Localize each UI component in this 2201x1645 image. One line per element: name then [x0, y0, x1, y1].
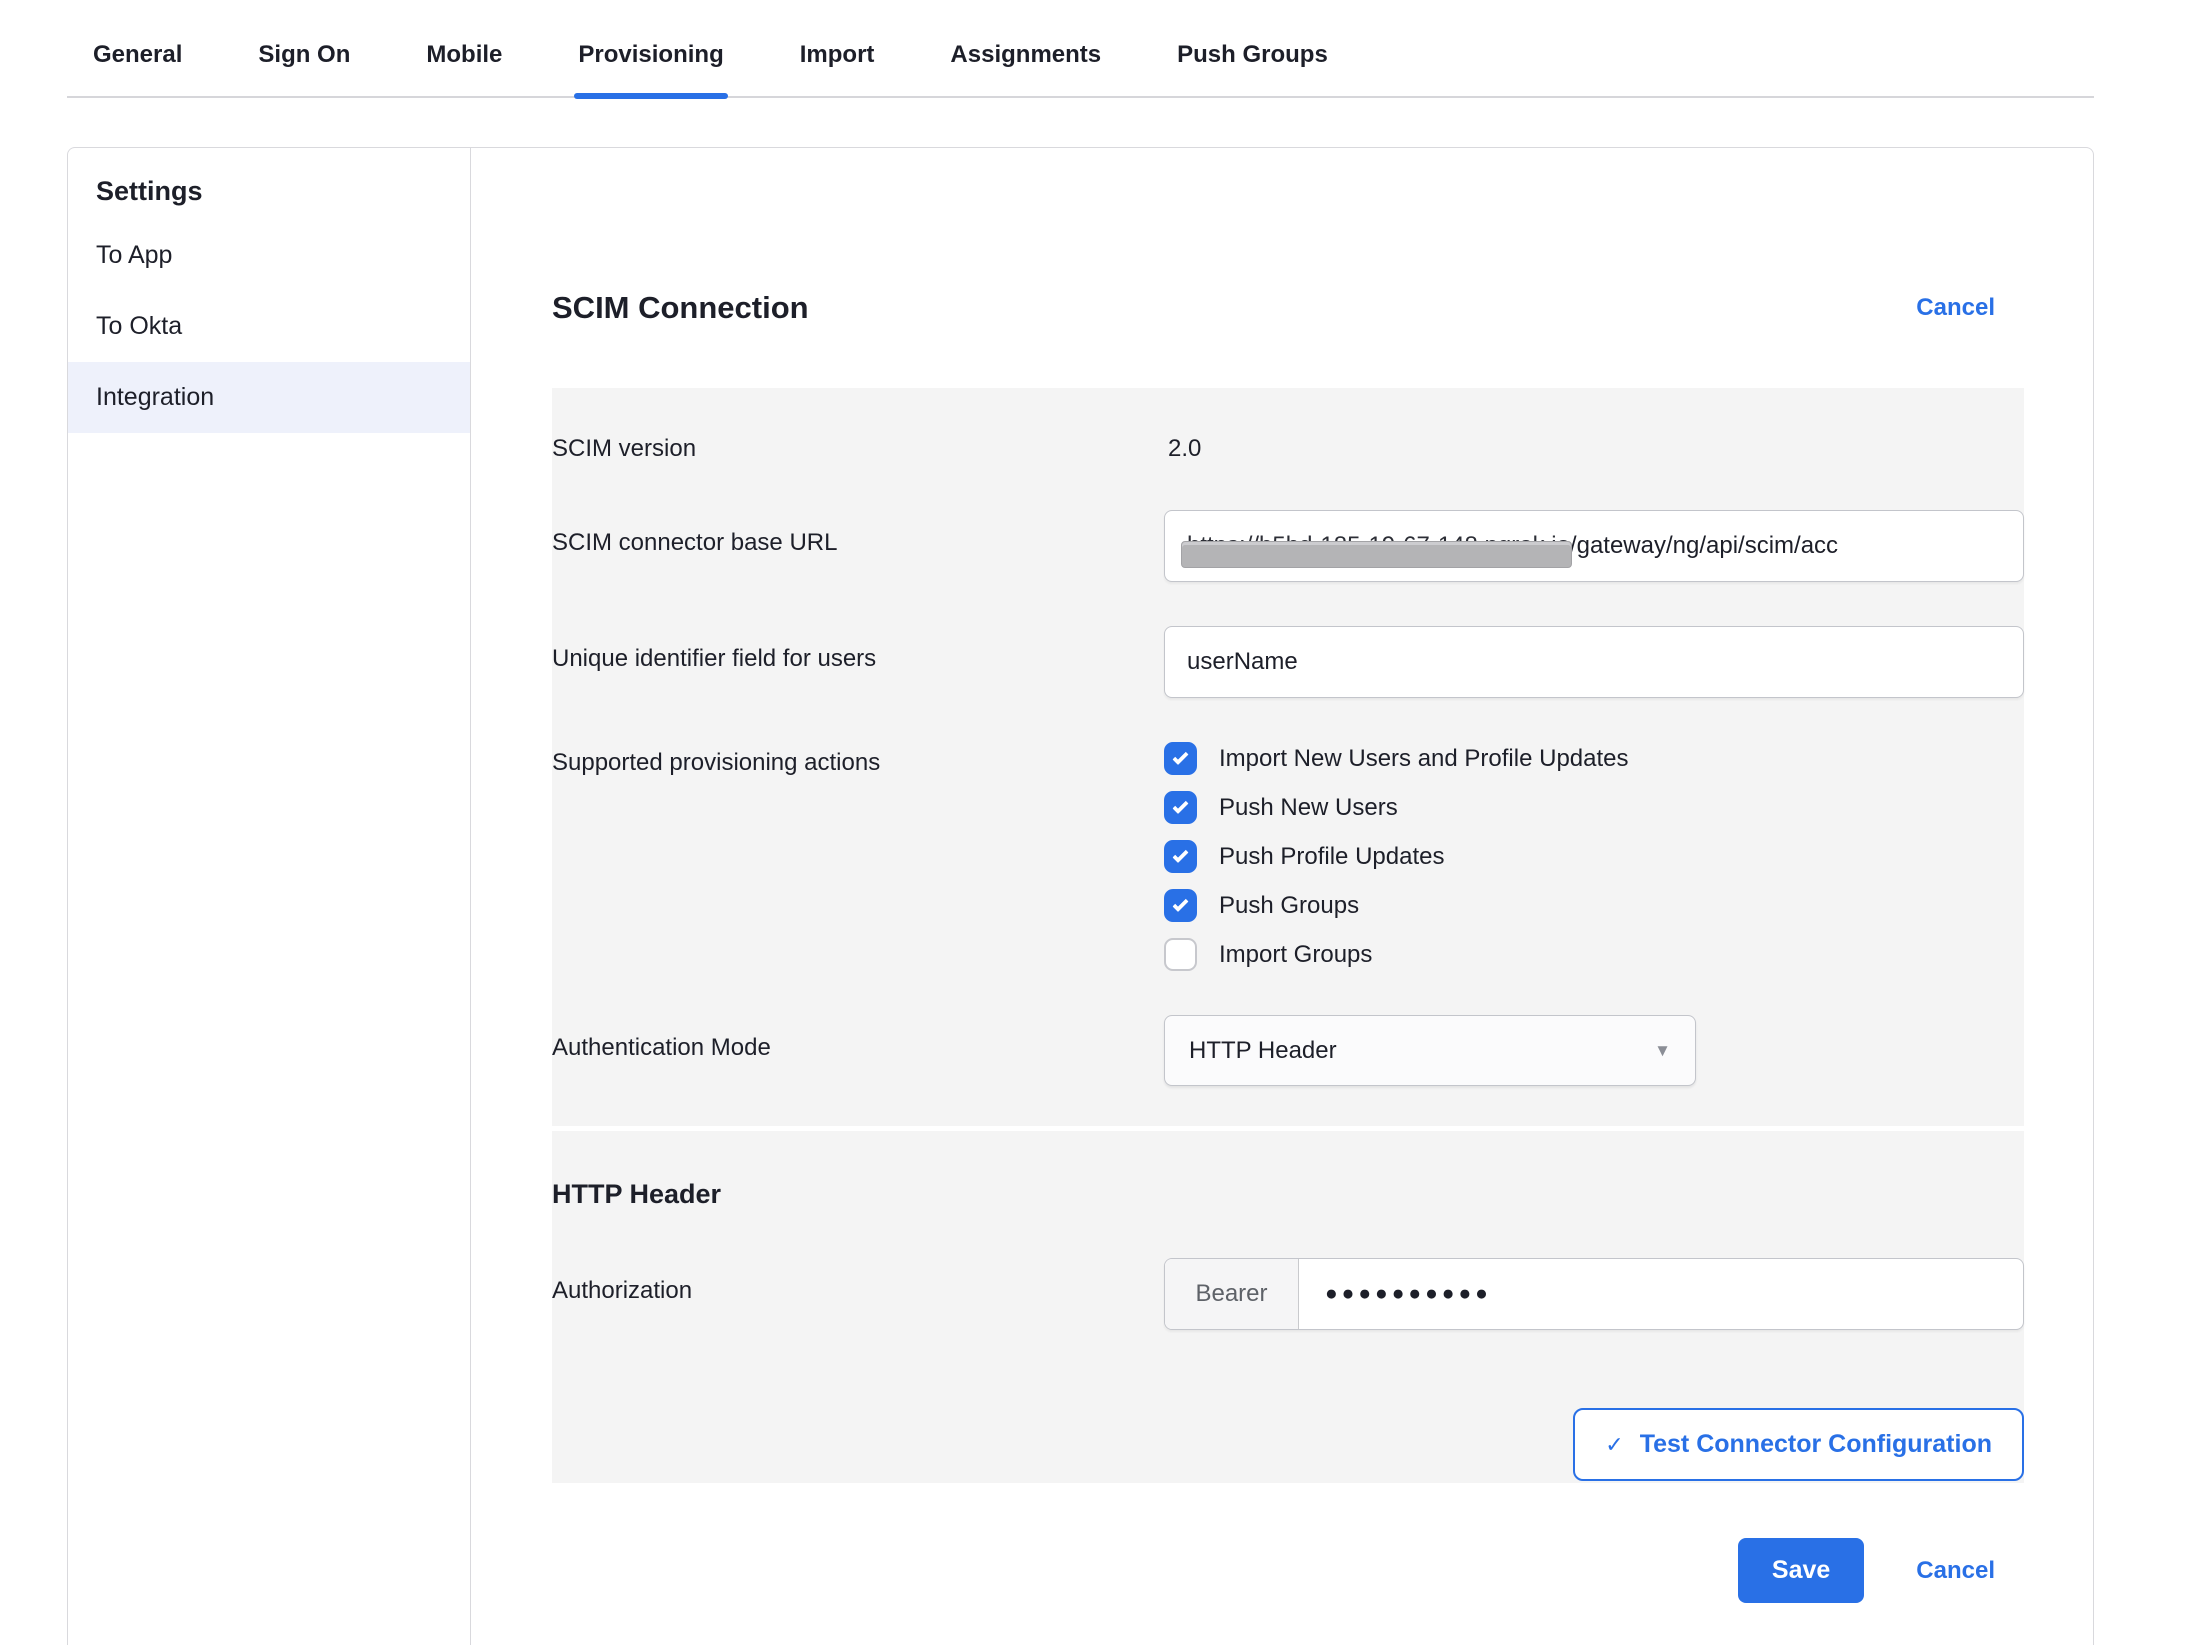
app-tab-bar: General Sign On Mobile Provisioning Impo… [67, 26, 2094, 98]
settings-sidebar: Settings To App To Okta Integration [68, 148, 471, 1645]
check-icon [1172, 797, 1188, 813]
http-header-heading: HTTP Header [552, 1171, 2024, 1236]
checkbox-row-push-new-users[interactable]: Push New Users [1164, 791, 2024, 824]
provisioning-actions-list: Import New Users and Profile Updates Pus… [1164, 742, 2024, 971]
chevron-down-icon: ▼ [1654, 1041, 1671, 1061]
redacted-url-segment: https://b5bd-185-19-67-148.ngrok.io [1187, 532, 1570, 560]
checkbox-row-import-groups[interactable]: Import Groups [1164, 938, 2024, 971]
authorization-token-input[interactable]: ●●●●●●●●●● [1299, 1259, 2023, 1329]
tab-sign-on[interactable]: Sign On [256, 26, 352, 96]
scim-connection-header: SCIM Connection Cancel [552, 290, 1995, 326]
unique-identifier-row: Unique identifier field for users userNa… [552, 604, 2024, 720]
bearer-prefix: Bearer [1165, 1259, 1299, 1329]
authorization-label: Authorization [552, 1258, 1164, 1308]
connection-settings-section: SCIM version 2.0 SCIM connector base URL… [552, 388, 2024, 1126]
checkbox-label: Push Groups [1219, 892, 1359, 920]
main-content: SCIM Connection Cancel SCIM version 2.0 … [472, 148, 2093, 1645]
checkbox-import-groups[interactable] [1164, 938, 1197, 971]
sidebar-heading: Settings [68, 148, 470, 220]
checkbox-push-profile-updates[interactable] [1164, 840, 1197, 873]
unique-identifier-label: Unique identifier field for users [552, 626, 1164, 676]
sidebar-item-integration[interactable]: Integration [68, 362, 470, 433]
scim-form: SCIM version 2.0 SCIM connector base URL… [552, 388, 2024, 1483]
auth-mode-row: Authentication Mode HTTP Header ▼ [552, 993, 2024, 1086]
sidebar-item-to-okta[interactable]: To Okta [68, 291, 470, 362]
header-cancel-link[interactable]: Cancel [1916, 294, 1995, 322]
sidebar-item-to-app[interactable]: To App [68, 220, 470, 291]
base-url-row: SCIM connector base URL https://b5bd-185… [552, 488, 2024, 604]
base-url-value: https://b5bd-185-19-67-148.ngrok.io/gate… [1187, 532, 1838, 560]
tab-general[interactable]: General [91, 26, 184, 96]
authorization-row: Authorization Bearer ●●●●●●●●●● [552, 1236, 2024, 1352]
test-connector-configuration-button[interactable]: ✓ Test Connector Configuration [1573, 1408, 2024, 1481]
checkbox-import-new-users[interactable] [1164, 742, 1197, 775]
tab-assignments[interactable]: Assignments [948, 26, 1103, 96]
checkbox-label: Import New Users and Profile Updates [1219, 745, 1629, 773]
checkbox-row-push-groups[interactable]: Push Groups [1164, 889, 2024, 922]
base-url-input[interactable]: https://b5bd-185-19-67-148.ngrok.io/gate… [1164, 510, 2024, 582]
visible-url-segment: /gateway/ng/api/scim/acc [1570, 532, 1838, 560]
unique-identifier-value: userName [1187, 648, 1298, 676]
tab-provisioning[interactable]: Provisioning [576, 26, 725, 96]
footer-actions: Save Cancel [472, 1538, 1995, 1603]
checkbox-row-import-new-users[interactable]: Import New Users and Profile Updates [1164, 742, 2024, 775]
check-icon [1172, 748, 1188, 764]
auth-mode-label: Authentication Mode [552, 1015, 1164, 1065]
tab-mobile[interactable]: Mobile [424, 26, 504, 96]
http-header-section: HTTP Header Authorization Bearer ●●●●●●●… [552, 1131, 2024, 1483]
checkbox-push-new-users[interactable] [1164, 791, 1197, 824]
checkbox-label: Push New Users [1219, 794, 1398, 822]
provisioning-actions-row: Supported provisioning actions Import Ne… [552, 720, 2024, 993]
base-url-label: SCIM connector base URL [552, 510, 1164, 560]
footer-cancel-link[interactable]: Cancel [1916, 1557, 1995, 1585]
check-icon [1172, 895, 1188, 911]
page-title: SCIM Connection [552, 290, 809, 326]
checkbox-label: Push Profile Updates [1219, 843, 1444, 871]
scim-version-label: SCIM version [552, 432, 1164, 466]
auth-mode-value: HTTP Header [1189, 1037, 1337, 1065]
tab-push-groups[interactable]: Push Groups [1175, 26, 1330, 96]
authorization-input-group: Bearer ●●●●●●●●●● [1164, 1258, 2024, 1330]
checkbox-push-groups[interactable] [1164, 889, 1197, 922]
test-button-row: ✓ Test Connector Configuration [552, 1352, 2024, 1481]
tab-import[interactable]: Import [798, 26, 877, 96]
checkbox-row-push-profile-updates[interactable]: Push Profile Updates [1164, 840, 2024, 873]
checkbox-label: Import Groups [1219, 941, 1372, 969]
provisioning-panel: Settings To App To Okta Integration SCIM… [67, 147, 2094, 1645]
auth-mode-select[interactable]: HTTP Header ▼ [1164, 1015, 1696, 1086]
check-icon [1172, 846, 1188, 862]
test-button-label: Test Connector Configuration [1640, 1430, 1992, 1459]
check-icon: ✓ [1605, 1432, 1623, 1458]
provisioning-actions-label: Supported provisioning actions [552, 742, 1164, 780]
save-button[interactable]: Save [1738, 1538, 1864, 1603]
scim-version-value: 2.0 [1168, 432, 2024, 466]
scim-version-row: SCIM version 2.0 [552, 410, 2024, 488]
unique-identifier-input[interactable]: userName [1164, 626, 2024, 698]
